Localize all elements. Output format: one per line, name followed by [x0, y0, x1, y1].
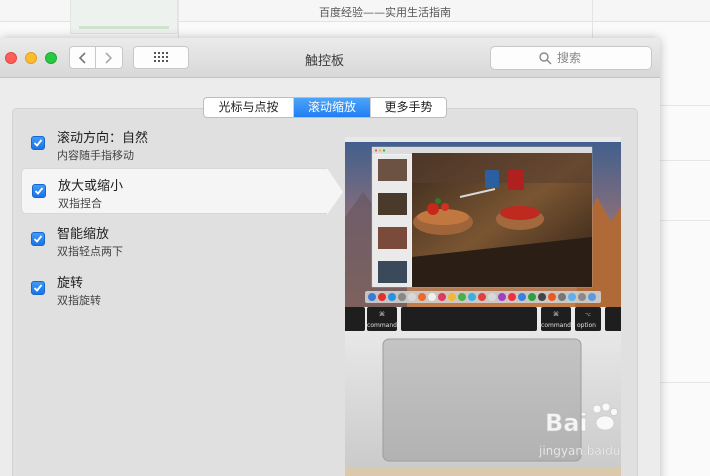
right-command-label: command	[541, 322, 571, 329]
selection-arrow	[327, 168, 343, 215]
search-icon	[539, 52, 552, 65]
command-key-icon: ⌘	[379, 311, 385, 318]
chevron-right-icon	[105, 52, 113, 64]
gesture-subtitle: 内容随手指移动	[57, 149, 134, 162]
checkmark-icon	[33, 284, 43, 292]
dock-icons	[368, 293, 596, 301]
gesture-subtitle: 双指捏合	[58, 197, 102, 210]
trackpad-surface	[382, 338, 582, 462]
background-thumbnail	[70, 0, 178, 34]
tab-scroll-and-zoom[interactable]: 滚动缩放	[293, 98, 370, 117]
zoom-button[interactable]	[45, 52, 57, 64]
watermark-url: jingyan.baidu.com	[538, 444, 621, 458]
gesture-rotate[interactable]: 旋转 双指旋转	[21, 266, 327, 312]
search-input[interactable]	[557, 50, 647, 66]
option-key-icon: ⌥	[585, 312, 591, 318]
gesture-title: 放大或缩小	[58, 179, 124, 194]
option-label: option	[577, 322, 596, 329]
chevron-left-icon	[78, 52, 86, 64]
show-all-button[interactable]	[133, 46, 189, 69]
gesture-title: 旋转	[57, 276, 84, 291]
forward-button[interactable]	[96, 46, 123, 69]
arrow-key	[605, 307, 621, 331]
gesture-title: 滚动方向：自然	[57, 131, 149, 146]
zoom-in-out-checkbox[interactable]	[32, 184, 46, 198]
grid-icon	[154, 52, 168, 62]
scroll-direction-checkbox[interactable]	[31, 136, 45, 150]
gesture-smart-zoom[interactable]: 智能缩放 双指轻点两下	[21, 217, 327, 263]
checkmark-icon	[34, 187, 44, 195]
gesture-subtitle: 双指轻点两下	[57, 245, 123, 258]
preview-illustration: ⌘ command ⌘ command ⌥ option Bai 经验 jing…	[345, 137, 621, 476]
gesture-scroll-direction[interactable]: 滚动方向：自然 内容随手指移动	[21, 121, 327, 167]
back-button[interactable]	[69, 46, 96, 69]
key	[345, 307, 365, 331]
search-field[interactable]	[490, 46, 652, 70]
background-divider	[660, 382, 710, 383]
tab-point-and-click[interactable]: 光标与点按	[204, 98, 293, 117]
gesture-zoom-in-out[interactable]: 放大或缩小 双指捏合	[21, 168, 343, 215]
checkmark-icon	[33, 139, 43, 147]
tab-bar: 光标与点按 滚动缩放 更多手势	[203, 97, 447, 118]
gesture-title: 智能缩放	[57, 227, 110, 242]
window-title: 触控板	[305, 54, 345, 69]
background-divider	[660, 220, 710, 221]
tab-more-gestures[interactable]: 更多手势	[370, 98, 446, 117]
background-divider	[660, 160, 710, 161]
smart-zoom-checkbox[interactable]	[31, 232, 45, 246]
gesture-subtitle: 双指旋转	[57, 294, 101, 307]
minimize-button[interactable]	[25, 52, 37, 64]
watermark-brand: Bai	[545, 409, 588, 437]
command-key-icon: ⌘	[553, 311, 559, 318]
checkmark-icon	[33, 235, 43, 243]
window-toolbar: 触控板	[0, 38, 660, 78]
gesture-preview-video: ⌘ command ⌘ command ⌥ option Bai 经验 jing…	[345, 137, 621, 476]
menu-bar	[345, 137, 621, 142]
close-button[interactable]	[5, 52, 17, 64]
background-divider	[660, 105, 710, 106]
rotate-checkbox[interactable]	[31, 281, 45, 295]
left-command-label: command	[367, 322, 397, 329]
space-bar	[401, 307, 537, 331]
